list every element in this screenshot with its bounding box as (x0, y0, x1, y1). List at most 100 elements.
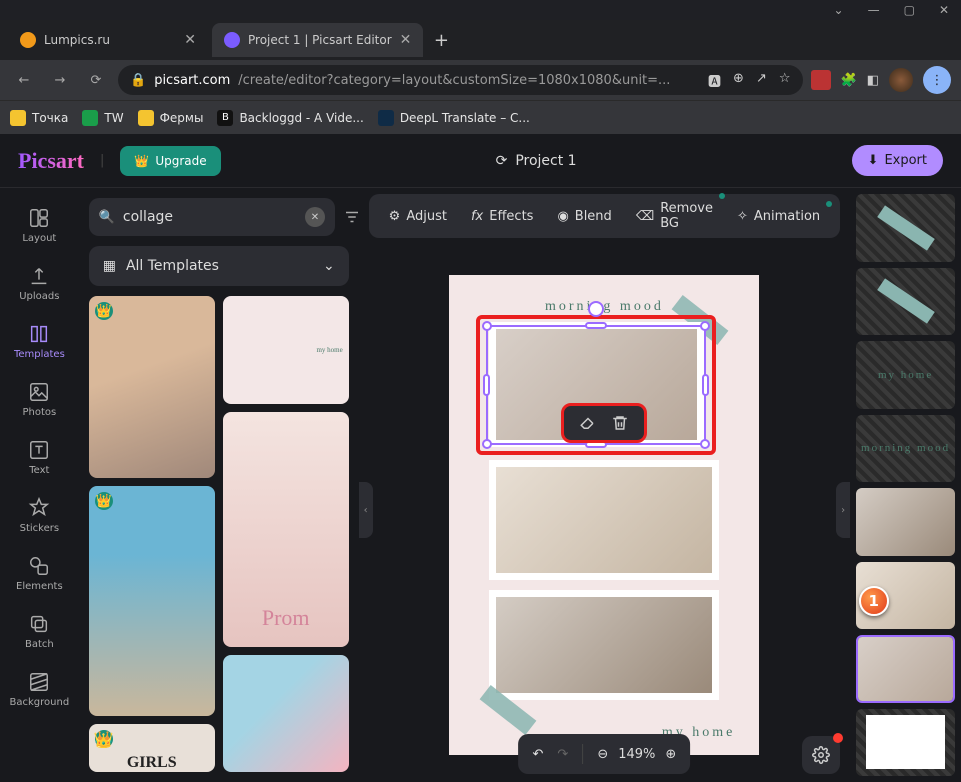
rail-photos[interactable]: Photos (3, 372, 75, 426)
favicon (20, 32, 36, 48)
rail-batch[interactable]: Batch (3, 604, 75, 658)
redo-icon[interactable]: ↷ (557, 747, 568, 762)
tab-lumpics[interactable]: Lumpics.ru ✕ (8, 23, 208, 57)
minimize-icon[interactable]: — (868, 3, 880, 17)
profile-avatar[interactable] (889, 68, 913, 92)
canvas-wrap[interactable]: ‹ › morning mood my home (359, 238, 850, 782)
extensions-icon[interactable]: 🧩 (841, 73, 857, 88)
settings-button[interactable] (802, 736, 840, 774)
rail-stickers[interactable]: Stickers (3, 488, 75, 542)
app-header: Picsart | 👑 Upgrade ⟳ Project 1 ⬇ Export (0, 134, 961, 188)
download-icon: ⬇ (868, 153, 879, 168)
bookmark-backloggd[interactable]: BBackloggd - A Vide... (217, 110, 363, 126)
template-thumb[interactable] (223, 655, 349, 772)
template-thumb[interactable]: my home (223, 296, 349, 404)
blend-icon: ◉ (557, 209, 568, 224)
layer-image-selected[interactable] (856, 635, 955, 703)
layer-image[interactable] (856, 488, 955, 556)
canvas[interactable]: morning mood my home (449, 275, 759, 755)
rail-layout[interactable]: Layout (3, 198, 75, 252)
rail-templates[interactable]: Templates (3, 314, 75, 368)
filter-icon[interactable] (343, 198, 359, 236)
search-icon: 🔍 (99, 210, 115, 225)
project-name[interactable]: ⟳ Project 1 (496, 153, 577, 169)
tab-label: Project 1 | Picsart Editor (248, 33, 392, 47)
sidepanel-icon[interactable]: ◧ (867, 73, 879, 88)
ctx-blend[interactable]: ◉Blend (547, 203, 621, 230)
ctx-removebg[interactable]: ⌫Remove BG (626, 195, 723, 237)
ext-icon[interactable] (811, 70, 831, 90)
ctx-effects[interactable]: fxEffects (461, 203, 543, 230)
resize-handle[interactable] (483, 374, 490, 396)
layer-text[interactable]: my home (856, 341, 955, 409)
logo[interactable]: Picsart (18, 148, 84, 174)
resize-handle[interactable] (700, 321, 710, 331)
tab-picsart[interactable]: Project 1 | Picsart Editor ✕ (212, 23, 423, 57)
zoom-out-icon[interactable]: ⊖ (597, 747, 608, 762)
rail-text[interactable]: Text (3, 430, 75, 484)
reload-icon[interactable]: ⟳ (82, 66, 110, 94)
close-tab-icon[interactable]: ✕ (184, 32, 196, 48)
template-thumb[interactable]: 👑GIRLS (89, 724, 215, 772)
ctx-animation[interactable]: ✧Animation (727, 203, 830, 230)
resize-handle[interactable] (585, 322, 607, 329)
rail-background[interactable]: Background (3, 662, 75, 716)
collapse-right-icon[interactable]: › (836, 482, 850, 538)
translate-icon[interactable]: 🅰 (708, 71, 721, 90)
zoom-in-icon[interactable]: ⊕ (665, 747, 676, 762)
zoomglass-icon[interactable]: ⊕ (733, 71, 744, 90)
delete-icon[interactable] (608, 411, 632, 435)
collapse-left-icon[interactable]: ‹ (359, 482, 373, 538)
clear-search-icon[interactable]: ✕ (305, 207, 325, 227)
photo-frame-3[interactable] (489, 590, 719, 700)
new-tab-button[interactable]: + (427, 26, 455, 54)
bookmark-label: Фермы (160, 111, 204, 125)
photo-frame-2[interactable] (489, 460, 719, 580)
close-tab-icon[interactable]: ✕ (400, 32, 412, 48)
rail-uploads[interactable]: Uploads (3, 256, 75, 310)
layer-tape[interactable] (856, 194, 955, 262)
back-icon[interactable]: ← (10, 66, 38, 94)
layer-text[interactable]: morning mood (856, 415, 955, 483)
bookmark-fermy[interactable]: Фермы (138, 110, 204, 126)
context-toolbar: ⚙Adjust fxEffects ◉Blend ⌫Remove BG ✧Ani… (369, 194, 840, 238)
template-thumb[interactable]: 👑 (89, 486, 215, 716)
layer-frame[interactable] (856, 709, 955, 777)
export-button[interactable]: ⬇ Export (852, 145, 943, 176)
template-thumb[interactable]: 👑 (89, 296, 215, 478)
rail-elements[interactable]: Elements (3, 546, 75, 600)
search-input[interactable] (123, 209, 297, 225)
browser-menu-icon[interactable]: ⋮ (923, 66, 951, 94)
new-badge (719, 193, 725, 199)
resize-handle[interactable] (482, 321, 492, 331)
erase-icon[interactable] (576, 411, 600, 435)
template-thumb[interactable]: Prom (223, 412, 349, 647)
bottom-right-controls (802, 736, 840, 774)
search-input-wrapper: 🔍 ✕ (89, 198, 335, 236)
close-window-icon[interactable]: ✕ (939, 3, 949, 17)
os-titlebar: ⌄ — ▢ ✕ (0, 0, 961, 20)
undo-icon[interactable]: ↶ (533, 747, 544, 762)
down-icon[interactable]: ⌄ (834, 3, 844, 17)
bookmark-tochka[interactable]: Точка (10, 110, 68, 126)
resize-handle[interactable] (482, 439, 492, 449)
upgrade-button[interactable]: 👑 Upgrade (120, 146, 220, 176)
resize-handle[interactable] (702, 374, 709, 396)
maximize-icon[interactable]: ▢ (904, 3, 915, 17)
canvas-text-morning[interactable]: morning mood (545, 299, 664, 315)
url-bar[interactable]: 🔒 picsart.com /create/editor?category=la… (118, 65, 803, 95)
rotate-handle[interactable] (588, 301, 604, 317)
star-icon[interactable]: ☆ (779, 71, 791, 90)
bookmark-deepl[interactable]: DeepL Translate – C... (378, 110, 530, 126)
templates-dropdown[interactable]: ▦ All Templates ⌄ (89, 246, 349, 286)
bookmark-icon (82, 110, 98, 126)
chevron-down-icon: ⌄ (323, 258, 335, 274)
forward-icon[interactable]: → (46, 66, 74, 94)
resize-handle[interactable] (700, 439, 710, 449)
layer-tape[interactable] (856, 268, 955, 336)
zoom-value[interactable]: 149% (618, 747, 655, 762)
share-icon[interactable]: ↗ (756, 71, 767, 90)
bookmark-tw[interactable]: TW (82, 110, 123, 126)
templates-panel: 🔍 ✕ ▦ All Templates ⌄ 👑 👑 👑GIRLS (79, 188, 359, 782)
ctx-adjust[interactable]: ⚙Adjust (379, 203, 457, 230)
